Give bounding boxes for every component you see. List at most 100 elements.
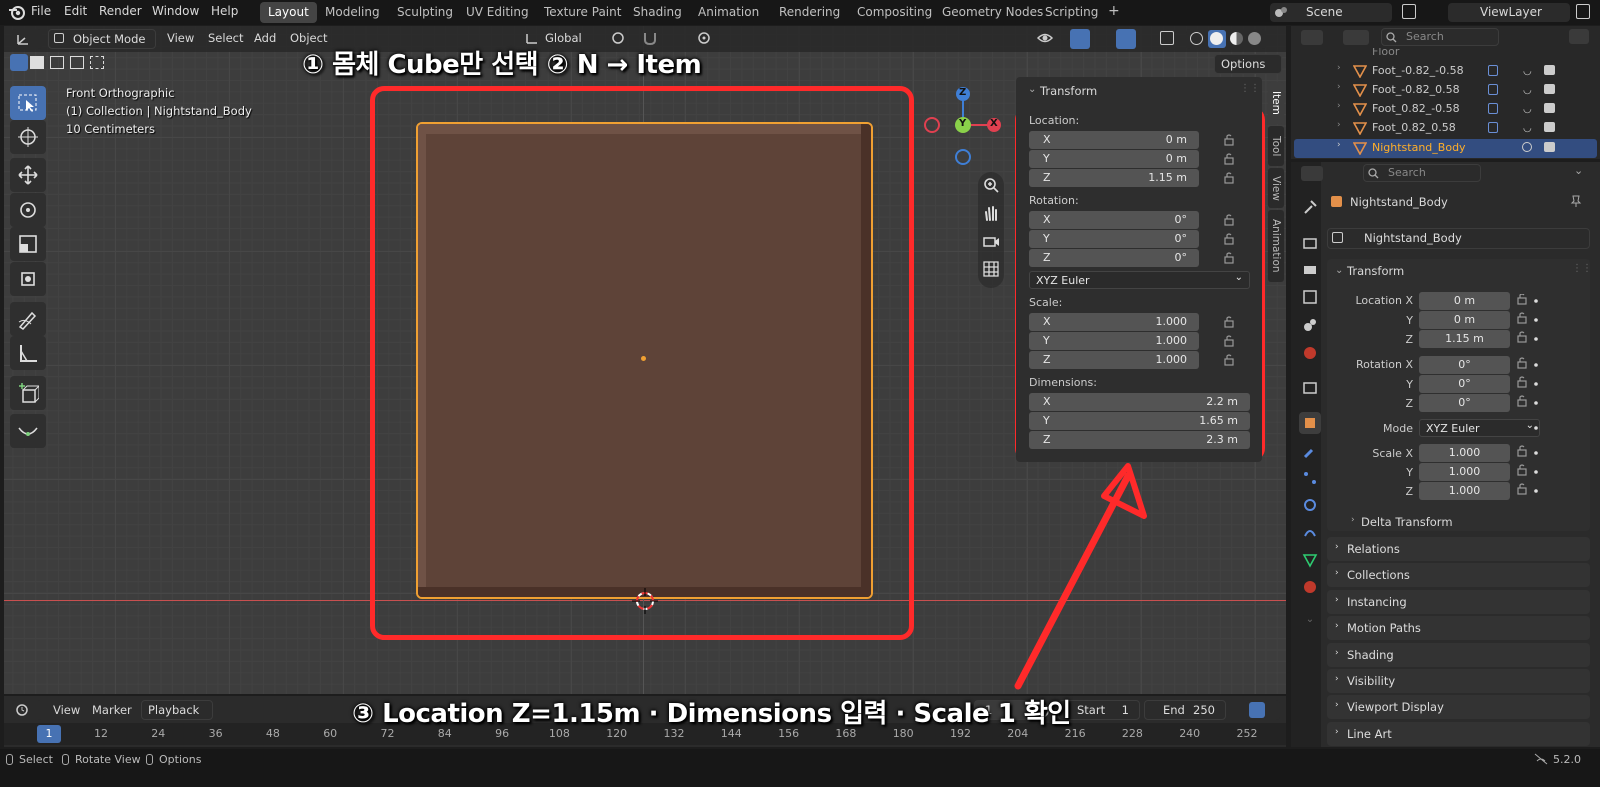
drag-handle-icon[interactable]: ⋮⋮ (1240, 83, 1260, 94)
zoom-icon[interactable] (982, 176, 1000, 194)
chevron-right-icon[interactable]: › (1337, 63, 1341, 73)
material-tab[interactable] (1299, 576, 1321, 598)
scene-tab[interactable] (1299, 314, 1321, 336)
camera-render-icon[interactable] (1544, 65, 1555, 75)
overlay-toggle-button[interactable] (1116, 29, 1136, 49)
grid-icon[interactable] (982, 260, 1000, 278)
tab-geometry-nodes[interactable]: Geometry Nodes (934, 2, 1051, 23)
eye-closed-icon[interactable]: ◡ (1523, 66, 1532, 77)
tab-view[interactable]: View (1268, 168, 1284, 208)
move-tool[interactable] (10, 158, 46, 192)
render-tab[interactable] (1299, 232, 1321, 254)
scale-z-field[interactable]: Z 1.000 (1029, 351, 1199, 369)
modifier-tab[interactable] (1299, 440, 1321, 462)
camera-render-icon[interactable] (1544, 142, 1555, 152)
prop-rotation-x[interactable]: 0° (1419, 356, 1510, 374)
menu-object[interactable]: Object (290, 31, 327, 45)
transform-tool[interactable] (10, 262, 46, 296)
new-view-layer-icon[interactable] (1576, 4, 1590, 19)
chevron-right-icon[interactable]: › (1337, 120, 1341, 130)
world-tab[interactable] (1299, 342, 1321, 364)
dimensions-x-field[interactable]: X 2.2 m (1029, 393, 1250, 411)
rendered-shading-icon[interactable] (1248, 32, 1261, 45)
keying-button[interactable] (1246, 700, 1280, 720)
prop-location-z[interactable]: 1.15 m (1419, 330, 1510, 348)
end-frame-field[interactable]: End 250 (1144, 700, 1226, 720)
data-tab[interactable] (1299, 549, 1321, 571)
mode-dropdown[interactable]: Object Mode (48, 29, 156, 49)
modifier-wrench-icon[interactable] (1488, 65, 1498, 76)
section-line-art[interactable]: › Line Art (1327, 722, 1590, 746)
modifier-wrench-icon[interactable] (1488, 84, 1498, 95)
tab-modeling[interactable]: Modeling (317, 2, 388, 23)
menu-add[interactable]: Add (254, 31, 276, 45)
chevron-down-icon[interactable]: ⌄ (1335, 265, 1343, 276)
properties-editor-type-button[interactable] (1301, 166, 1323, 181)
scale-lock-icons[interactable] (1224, 316, 1234, 376)
eye-closed-icon[interactable]: ◡ (1523, 85, 1532, 96)
view-layer-selector[interactable]: ViewLayer (1448, 3, 1570, 22)
tab-texture-paint[interactable]: Texture Paint (536, 2, 629, 23)
prop-rotation-y[interactable]: 0° (1419, 375, 1510, 393)
dimensions-y-field[interactable]: Y 1.65 m (1029, 412, 1250, 430)
location-y-field[interactable]: Y 0 m (1029, 150, 1199, 168)
prop-location-y[interactable]: 0 m (1419, 311, 1510, 329)
menu-render[interactable]: Render (99, 4, 142, 18)
tab-layout[interactable]: Layout (260, 2, 317, 23)
location-x-field[interactable]: X 0 m (1029, 131, 1199, 149)
scale-y-field[interactable]: Y 1.000 (1029, 332, 1199, 350)
timeline-menu-marker[interactable]: Marker (92, 703, 132, 717)
tab-shading[interactable]: Shading (625, 2, 690, 23)
location-lock-icons[interactable] (1224, 134, 1234, 194)
chevron-down-icon[interactable]: ⌄ (1574, 164, 1583, 177)
camera-render-icon[interactable] (1544, 122, 1555, 132)
properties-search-input[interactable]: Search (1363, 164, 1481, 182)
tab-uv-editing[interactable]: UV Editing (458, 2, 537, 23)
outliner-search-input[interactable]: Search (1381, 28, 1499, 46)
transform-lock-icons[interactable] (1517, 294, 1539, 506)
menu-edit[interactable]: Edit (64, 4, 87, 18)
chevron-right-icon[interactable]: › (1337, 82, 1341, 92)
rotate-tool[interactable] (10, 193, 46, 227)
solid-shading-button[interactable] (1208, 30, 1226, 48)
scale-x-field[interactable]: X 1.000 (1029, 313, 1199, 331)
select-subtract-button[interactable] (50, 56, 64, 69)
playback-dropdown[interactable]: Playback (141, 700, 213, 720)
pan-hand-icon[interactable] (982, 204, 1000, 222)
output-tab[interactable] (1299, 258, 1321, 280)
more-tabs[interactable]: ⌄ (1299, 608, 1321, 630)
select-invert-button[interactable] (70, 56, 84, 69)
scale-tool[interactable] (10, 227, 46, 261)
menu-file[interactable]: File (31, 4, 51, 18)
tab-tool[interactable]: Tool (1268, 126, 1284, 166)
select-extend-button[interactable] (30, 56, 44, 69)
xray-icon[interactable] (1160, 31, 1174, 45)
chevron-down-icon[interactable]: ⌄ (1028, 84, 1036, 95)
eye-closed-icon[interactable]: ◡ (1523, 104, 1532, 115)
timeline-editor-type-button[interactable] (12, 700, 42, 720)
chevron-right-icon[interactable]: › (1337, 140, 1341, 150)
object-name-field[interactable]: Nightstand_Body (1327, 228, 1590, 249)
camera-render-icon[interactable] (1544, 84, 1555, 94)
eye-icon[interactable] (1522, 142, 1532, 152)
filter-icon[interactable] (1569, 29, 1589, 44)
dimensions-z-field[interactable]: Z 2.3 m (1029, 431, 1250, 449)
outliner-editor-type-button[interactable] (1301, 30, 1323, 45)
add-workspace-button[interactable]: + (1100, 0, 1128, 21)
select-intersect-button[interactable] (90, 56, 104, 69)
transform-section-title[interactable]: Transform (1347, 264, 1404, 278)
section-relations[interactable]: › Relations (1327, 537, 1590, 561)
particles-tab[interactable] (1299, 467, 1321, 489)
editor-type-button[interactable] (12, 29, 42, 49)
tab-animation[interactable]: Animation (690, 2, 767, 23)
tool-tab[interactable] (1299, 196, 1321, 218)
rotation-z-field[interactable]: Z 0° (1029, 249, 1199, 267)
new-scene-icon[interactable] (1402, 4, 1416, 19)
menu-select[interactable]: Select (208, 31, 243, 45)
section-instancing[interactable]: › Instancing (1327, 590, 1590, 614)
section-visibility[interactable]: › Visibility (1327, 669, 1590, 693)
tab-sculpting[interactable]: Sculpting (389, 2, 461, 23)
section-viewport-display[interactable]: › Viewport Display (1327, 695, 1590, 719)
wireframe-shading-icon[interactable] (1190, 32, 1203, 45)
rotation-mode-dropdown[interactable]: XYZ Euler ⌄ (1029, 271, 1250, 289)
